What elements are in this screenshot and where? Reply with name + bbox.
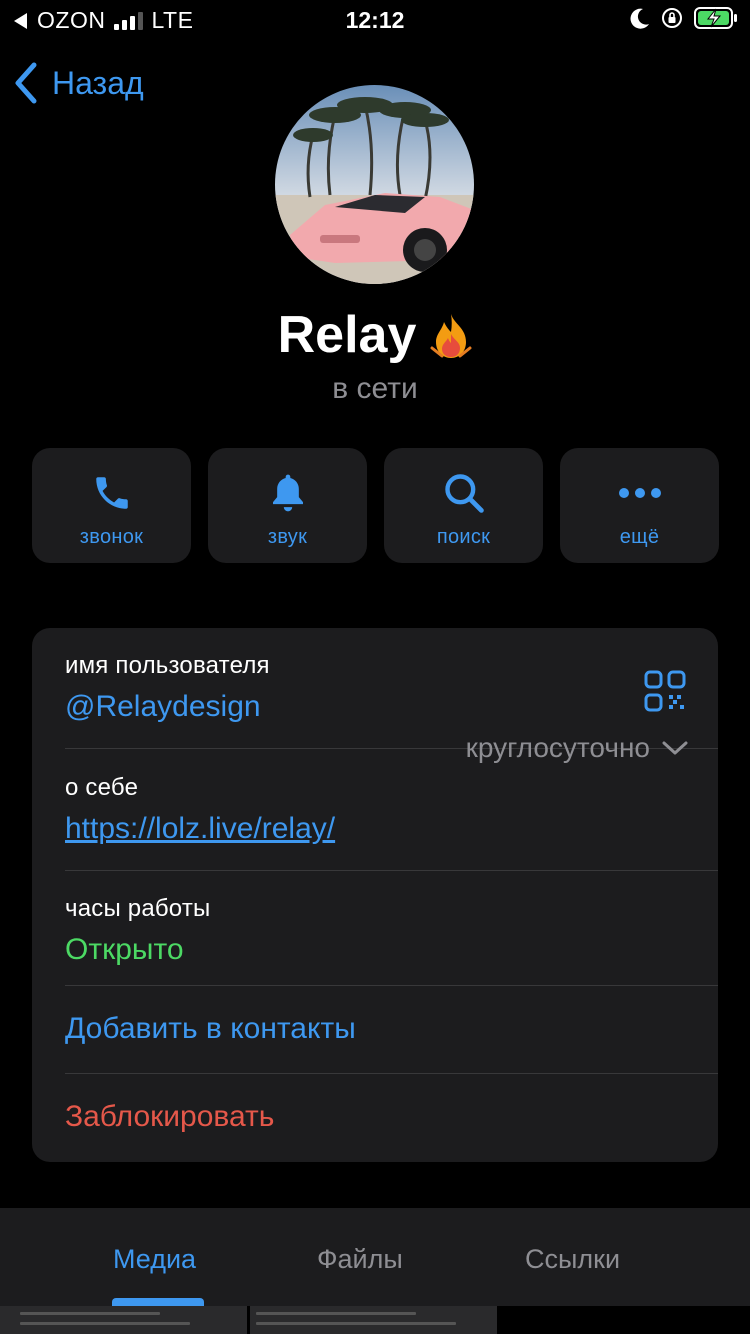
username-label: имя пользователя [65,652,270,679]
more-icon [618,488,661,498]
bio-link[interactable]: https://lolz.live/relay/ [65,812,718,846]
more-label: ещё [619,526,660,548]
sound-button[interactable]: звук [208,448,367,563]
sound-label: звук [267,526,308,548]
shared-media-tabs: Медиа Файлы Ссылки [0,1208,750,1306]
status-bar: OZON LTE 12:12 [0,0,750,42]
tab-media[interactable]: Медиа [113,1244,196,1275]
profile-name-row: Relay [0,305,750,365]
qr-code-icon [644,670,686,712]
call-button[interactable]: звонок [32,448,191,563]
fire-icon [430,314,472,358]
phone-icon [95,477,128,509]
profile-status: в сети [332,372,418,405]
chevron-left-icon [15,62,37,104]
search-icon [444,474,484,513]
media-thumbnail[interactable] [250,1306,497,1334]
media-thumbnail[interactable] [0,1306,247,1334]
back-label: Назад [52,64,144,101]
tab-files[interactable]: Файлы [317,1244,403,1275]
call-label: звонок [79,526,144,548]
active-tab-indicator [112,1298,204,1306]
bio-label: о себе [65,774,139,801]
block-button[interactable]: Заблокировать [65,1100,718,1134]
rotation-lock-icon [662,8,682,28]
hours-status: Открыто [65,933,184,966]
action-buttons: звонок звук поиск ещё [32,448,719,563]
battery-charging-icon [694,7,737,29]
divider [65,985,718,986]
profile-name: Relay [277,306,417,364]
divider [65,1073,718,1074]
hours-schedule: круглосуточно [465,732,650,763]
bell-icon [272,474,303,512]
moon-icon [630,8,649,29]
hours-label: часы работы [65,895,211,922]
qr-code-button[interactable] [644,670,686,717]
chevron-down-icon [662,741,688,755]
info-card: имя пользователя @Relaydesign о себе htt… [32,628,718,1162]
hours-schedule-toggle[interactable]: круглосуточно [466,732,688,764]
username-row[interactable]: имя пользователя @Relaydesign [65,652,718,724]
tab-links[interactable]: Ссылки [525,1244,620,1275]
divider [65,870,718,871]
search-label: поиск [436,526,491,548]
more-button[interactable]: ещё [560,448,719,563]
add-to-contacts-button[interactable]: Добавить в контакты [65,1012,718,1046]
bio-row: о себе https://lolz.live/relay/ [65,774,718,846]
media-grid [0,1306,750,1334]
profile-avatar[interactable] [275,85,474,284]
back-button[interactable]: Назад [14,62,144,104]
search-button[interactable]: поиск [384,448,543,563]
hours-row[interactable]: часы работы Открыто [65,895,718,967]
status-bar-right [630,6,738,30]
avatar-image [275,85,474,284]
username-value[interactable]: @Relaydesign [65,690,718,724]
